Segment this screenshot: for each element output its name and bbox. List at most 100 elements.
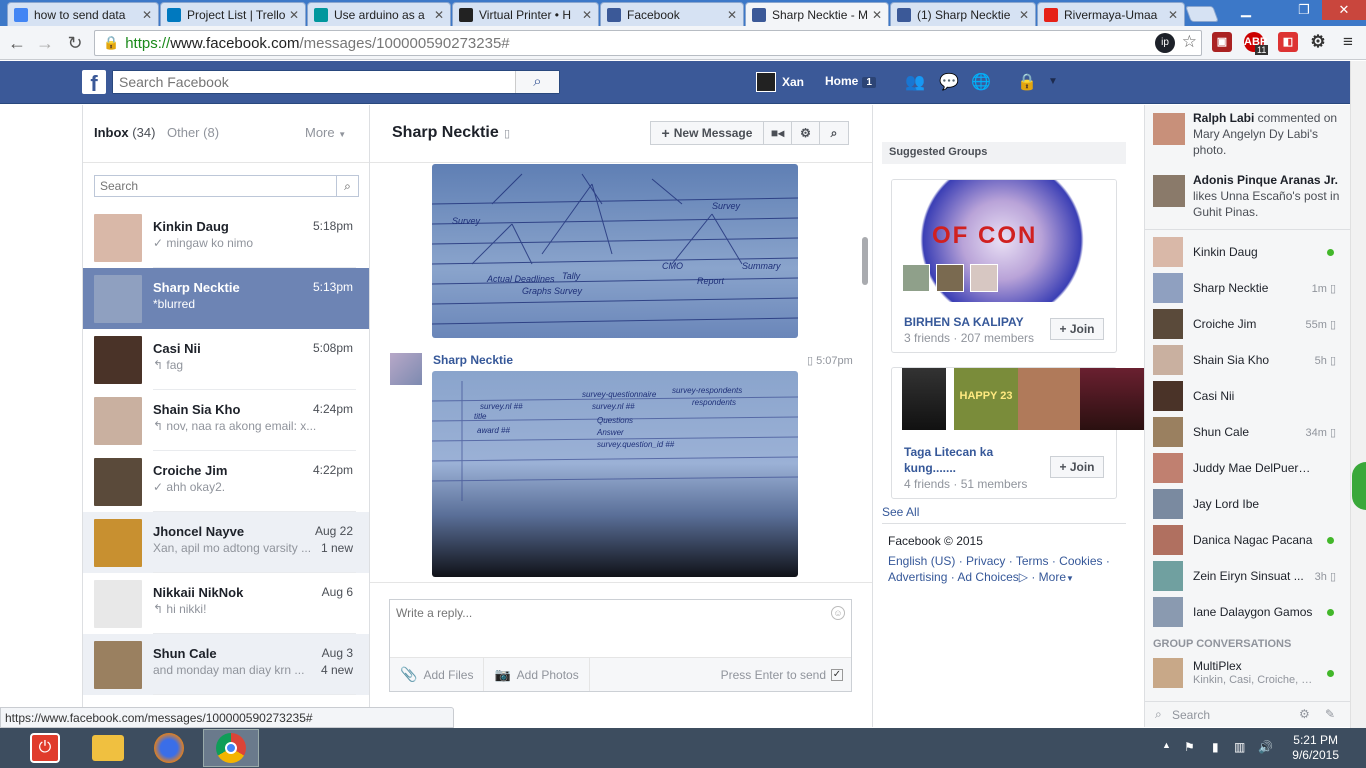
search-icon[interactable]: ⌕ — [515, 71, 559, 93]
forward-button[interactable]: → — [34, 32, 56, 54]
bookmark-star-icon[interactable]: ☆ — [1182, 32, 1197, 52]
footer-link-terms[interactable]: Terms — [1016, 554, 1049, 568]
facebook-logo-icon[interactable]: f — [82, 70, 106, 94]
profile-link[interactable]: Xan — [756, 72, 804, 92]
ticker-item[interactable]: Adonis Pinque Aranas Jr. likes Unna Esca… — [1145, 167, 1350, 229]
group-cover-photo[interactable]: OF CON — [892, 180, 1116, 302]
account-menu-chevron-icon[interactable]: ▼ — [1042, 76, 1064, 96]
taskbar-file-explorer[interactable] — [80, 729, 136, 767]
more-dropdown[interactable]: More ▼ — [305, 125, 346, 140]
join-group-button[interactable]: + Join — [1050, 318, 1104, 340]
volume-icon[interactable]: 🔊 — [1258, 740, 1273, 754]
footer-link-language[interactable]: English (US) — [888, 554, 955, 568]
group-conversation-item[interactable]: MultiPlex Kinkin, Casi, Croiche, 7 ... — [1145, 654, 1350, 692]
conversation-item[interactable]: Casi Nii 5:08pm ↰ fag — [83, 329, 369, 390]
shared-photo-diagram[interactable]: Survey Actual Deadlines Graphs Survey Ta… — [432, 164, 798, 338]
conversation-item[interactable]: Sharp Necktie 5:13pm *blurred — [83, 268, 369, 329]
close-tab-icon[interactable]: ✕ — [1168, 8, 1178, 22]
buddy-item[interactable]: Juddy Mae DelPuerto... — [1145, 450, 1350, 486]
browser-tab[interactable]: how to send data ✕ — [7, 2, 159, 26]
browser-tab[interactable]: Rivermaya-Umaa ✕ — [1037, 2, 1185, 26]
enter-to-send-toggle[interactable]: Press Enter to send ✓ — [721, 668, 843, 682]
network-icon[interactable]: ▥ — [1234, 740, 1245, 754]
messages-icon[interactable]: 💬 — [938, 72, 960, 92]
message-sender-name[interactable]: Sharp Necktie — [433, 353, 513, 367]
conversation-item[interactable]: Shain Sia Kho 4:24pm ↰ nov, naa ra akong e… — [83, 390, 369, 451]
close-tab-icon[interactable]: ✕ — [582, 8, 592, 22]
buddy-item[interactable]: Shun Cale 34m ▯ — [1145, 414, 1350, 450]
friend-requests-icon[interactable]: 👥 — [904, 72, 926, 92]
buddy-item[interactable]: Jay Lord Ibe — [1145, 486, 1350, 522]
browser-tab[interactable]: Use arduino as a ✕ — [307, 2, 451, 26]
taskbar-chrome[interactable] — [203, 729, 259, 767]
privacy-shortcuts-icon[interactable]: 🔒 — [1016, 72, 1038, 92]
gear-icon[interactable]: ⚙ — [791, 121, 820, 145]
maximize-button[interactable]: ❐ — [1290, 0, 1318, 20]
minimize-button[interactable]: ▁ — [1232, 0, 1260, 20]
search-icon[interactable]: ⌕ — [336, 176, 358, 196]
system-clock[interactable]: 5:21 PM 9/6/2015 — [1292, 733, 1339, 763]
buddy-item[interactable]: Danica Nagac Pacana — [1145, 522, 1350, 558]
conversation-search-input[interactable] — [95, 176, 335, 196]
ip-extension-icon[interactable]: ip — [1155, 33, 1175, 53]
tray-expand-icon[interactable]: ▲ — [1162, 740, 1171, 750]
video-call-icon[interactable]: ■◂ — [763, 121, 792, 145]
thread-scrollbar[interactable] — [862, 237, 868, 285]
floating-green-widget[interactable] — [1352, 462, 1366, 510]
extension-icon[interactable]: ▣ — [1212, 32, 1232, 52]
reload-button[interactable]: ↻ — [64, 32, 86, 54]
taskbar-firefox[interactable] — [141, 729, 197, 767]
group-name[interactable]: BIRHEN SA KALIPAY — [904, 315, 1024, 329]
settings-gear-icon[interactable]: ⚙ — [1308, 32, 1328, 52]
add-photos-button[interactable]: 📷 Add Photos — [484, 658, 590, 691]
chat-search-input[interactable]: Search — [1172, 708, 1210, 722]
footer-link-advertising[interactable]: Advertising — [888, 570, 947, 584]
browser-tab[interactable]: Facebook ✕ — [600, 2, 744, 26]
new-message-button[interactable]: + New Message — [650, 121, 764, 145]
buddy-item[interactable]: Kinkin Daug — [1145, 234, 1350, 270]
start-button[interactable]: ⏻ — [16, 729, 74, 767]
close-window-button[interactable]: ✕ — [1322, 0, 1366, 20]
conversation-item[interactable]: Shun Cale Aug 3 and monday man diay krn ..… — [83, 634, 369, 695]
browser-tab[interactable]: (1) Sharp Necktie ✕ — [890, 2, 1036, 26]
join-group-button[interactable]: + Join — [1050, 456, 1104, 478]
reply-input[interactable] — [390, 600, 820, 650]
close-tab-icon[interactable]: ✕ — [142, 8, 152, 22]
back-button[interactable]: ← — [6, 32, 28, 54]
shared-photo-notes[interactable]: survey-questionnaire survey-respondents … — [432, 371, 798, 577]
close-tab-icon[interactable]: ✕ — [434, 8, 444, 22]
footer-link-ad-choices[interactable]: Ad Choices — [957, 570, 1018, 584]
add-files-button[interactable]: 📎 Add Files — [390, 658, 485, 691]
close-tab-icon[interactable]: ✕ — [289, 8, 299, 22]
notifications-globe-icon[interactable]: 🌐 — [970, 72, 992, 92]
extension-red-icon[interactable]: ◧ — [1278, 32, 1298, 52]
buddy-item[interactable]: Zein Eiryn Sinsuat ... 3h ▯ — [1145, 558, 1350, 594]
home-link[interactable]: Home 1 — [825, 74, 876, 88]
browser-tab[interactable]: Project List | Trello ✕ — [160, 2, 306, 26]
new-tab-button[interactable] — [1185, 6, 1219, 22]
compose-icon[interactable]: ✎ — [1325, 707, 1335, 721]
conversation-item[interactable]: Nikkaii NikNok Aug 6 ↰ hi nikki! — [83, 573, 369, 634]
buddy-item[interactable]: Casi Nii — [1145, 378, 1350, 414]
conversation-item[interactable]: Kinkin Daug 5:18pm ✓ mingaw ko nimo — [83, 207, 369, 268]
gear-icon[interactable]: ⚙ — [1299, 707, 1310, 721]
search-icon[interactable]: ⌕ — [819, 121, 849, 145]
flag-icon[interactable]: ⚑ — [1184, 740, 1195, 754]
page-scrollbar[interactable] — [1350, 61, 1366, 728]
footer-link-privacy[interactable]: Privacy — [966, 554, 1005, 568]
chrome-menu-icon[interactable]: ≡ — [1338, 32, 1358, 52]
address-bar[interactable]: 🔒 https://www.facebook.com/messages/1000… — [94, 30, 1202, 56]
buddy-item[interactable]: Sharp Necktie 1m ▯ — [1145, 270, 1350, 306]
close-tab-icon[interactable]: ✕ — [727, 8, 737, 22]
battery-icon[interactable]: ▮ — [1212, 740, 1219, 754]
buddy-item[interactable]: Shain Sia Kho 5h ▯ — [1145, 342, 1350, 378]
footer-link-more[interactable]: More — [1039, 570, 1066, 584]
other-tab[interactable]: Other (8) — [167, 125, 219, 140]
inbox-tab[interactable]: Inbox (34) — [94, 125, 155, 140]
buddy-item[interactable]: Iane Dalaygon Gamos — [1145, 594, 1350, 630]
sender-avatar[interactable] — [390, 353, 422, 385]
group-name[interactable]: Taga Litecan ka kung....... — [904, 444, 1044, 476]
buddy-item[interactable]: Croiche Jim 55m ▯ — [1145, 306, 1350, 342]
footer-link-cookies[interactable]: Cookies — [1059, 554, 1102, 568]
conversation-item[interactable]: Croiche Jim 4:22pm ✓ ahh okay2. — [83, 451, 369, 512]
